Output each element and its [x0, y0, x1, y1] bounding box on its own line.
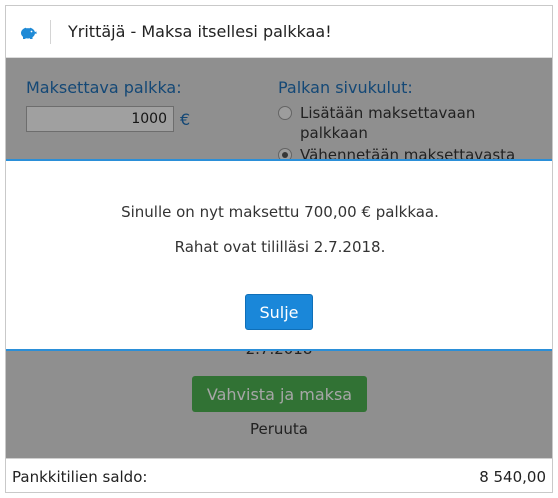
title-bar: Yrittäjä - Maksa itsellesi palkkaa! [6, 6, 552, 58]
balance-footer: Pankkitilien saldo: 8 540,00 [6, 458, 552, 492]
payment-message: Sinulle on nyt maksettu 700,00 € palkkaa… [121, 203, 439, 221]
app-window: Yrittäjä - Maksa itsellesi palkkaa! Maks… [5, 5, 553, 493]
close-button[interactable]: Sulje [245, 294, 313, 330]
title-separator [50, 19, 51, 44]
balance-value: 8 540,00 [479, 467, 546, 486]
piggy-bank-icon [6, 6, 50, 58]
funds-date-message: Rahat ovat tililläsi 2.7.2018. [174, 238, 386, 256]
confirmation-dialog: Sinulle on nyt maksettu 700,00 € palkkaa… [6, 159, 552, 351]
balance-label: Pankkitilien saldo: [12, 467, 148, 486]
page-title: Yrittäjä - Maksa itsellesi palkkaa! [68, 22, 332, 41]
